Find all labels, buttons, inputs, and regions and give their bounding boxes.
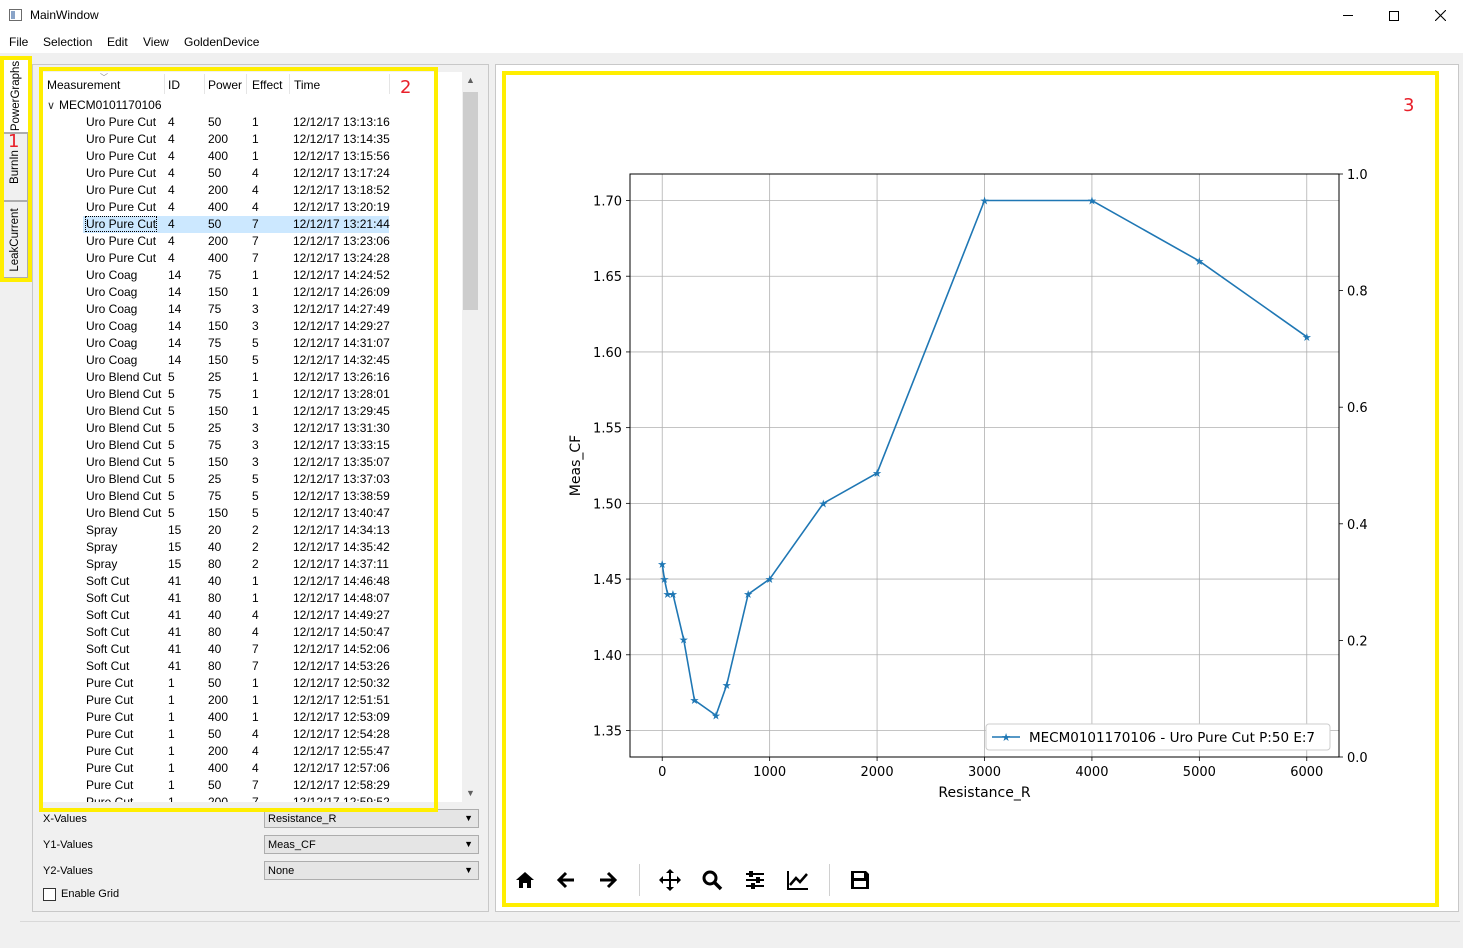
data-point-marker: ★ (711, 709, 721, 722)
data-point-marker: ★ (765, 573, 775, 586)
x-tick-label: 3000 (968, 765, 1001, 780)
back-button[interactable] (549, 860, 583, 900)
y2-tick-label: 0.0 (1347, 751, 1368, 766)
x-tick-label: 4000 (1075, 765, 1108, 780)
annotation-number: 1 (8, 131, 20, 152)
data-point-marker: ★ (657, 558, 667, 571)
data-point-marker: ★ (743, 588, 753, 601)
y-tick-label: 1.35 (593, 725, 622, 740)
forward-icon (600, 871, 618, 889)
x-tick-label: 1000 (753, 765, 786, 780)
edit-axis-button[interactable] (781, 860, 815, 900)
line-chart[interactable]: 0 1000 2000 3000 4000 5000 6000 1.35 1.40 1.45 1.5… (0, 0, 1463, 948)
data-point-marker: ★ (722, 679, 732, 692)
home-icon (516, 872, 534, 888)
data-point-marker: ★ (659, 573, 669, 586)
data-point-marker: ★ (818, 497, 828, 510)
y-tick-label: 1.40 (593, 649, 622, 664)
y-tick-label: 1.60 (593, 346, 622, 361)
data-point-marker: ★ (1194, 255, 1204, 268)
annotation-number: 3 (1403, 95, 1415, 116)
legend-marker: ★ (1001, 731, 1011, 744)
y-axis-label: Meas_CF (568, 435, 584, 496)
configure-subplots-button[interactable] (738, 860, 772, 900)
zoom-button[interactable] (695, 860, 729, 900)
save-icon (851, 871, 869, 889)
edit-axis-icon (787, 871, 808, 890)
plot-toolbar (508, 860, 908, 900)
back-icon (556, 871, 574, 889)
x-axis-label: Resistance_R (938, 785, 1030, 801)
forward-button[interactable] (591, 860, 625, 900)
y2-tick-label: 0.2 (1347, 634, 1368, 649)
data-point-marker: ★ (1302, 331, 1312, 344)
data-point-marker: ★ (690, 694, 700, 707)
data-point-marker: ★ (668, 588, 678, 601)
x-tick-label: 6000 (1290, 765, 1323, 780)
y-tick-label: 1.45 (593, 573, 622, 588)
y2-tick-label: 0.8 (1347, 285, 1368, 300)
data-point-marker: ★ (872, 467, 882, 480)
status-divider (20, 921, 1460, 922)
home-button[interactable] (508, 860, 542, 900)
y2-tick-label: 1.0 (1347, 168, 1368, 183)
toolbar-separator (639, 864, 640, 896)
toolbar-separator (829, 864, 830, 896)
legend-label: MECM0101170106 - Uro Pure Cut P:50 E:7 (1029, 730, 1315, 746)
x-tick-label: 5000 (1183, 765, 1216, 780)
y2-tick-label: 0.6 (1347, 401, 1368, 416)
pan-button[interactable] (653, 860, 687, 900)
y-tick-label: 1.50 (593, 497, 622, 512)
save-button[interactable] (843, 860, 877, 900)
x-tick-label: 2000 (861, 765, 894, 780)
x-tick-label: 0 (658, 765, 666, 780)
configure-subplots-icon (746, 871, 764, 889)
y2-tick-label: 0.4 (1347, 518, 1368, 533)
data-point-marker: ★ (980, 195, 990, 208)
data-point-marker: ★ (679, 634, 689, 647)
y-tick-label: 1.70 (593, 195, 622, 210)
annotation-number: 2 (400, 77, 412, 98)
data-point-marker: ★ (1087, 195, 1097, 208)
pan-icon (659, 869, 681, 891)
y-tick-label: 1.55 (593, 422, 622, 437)
zoom-icon (702, 870, 723, 891)
y-tick-label: 1.65 (593, 270, 622, 285)
